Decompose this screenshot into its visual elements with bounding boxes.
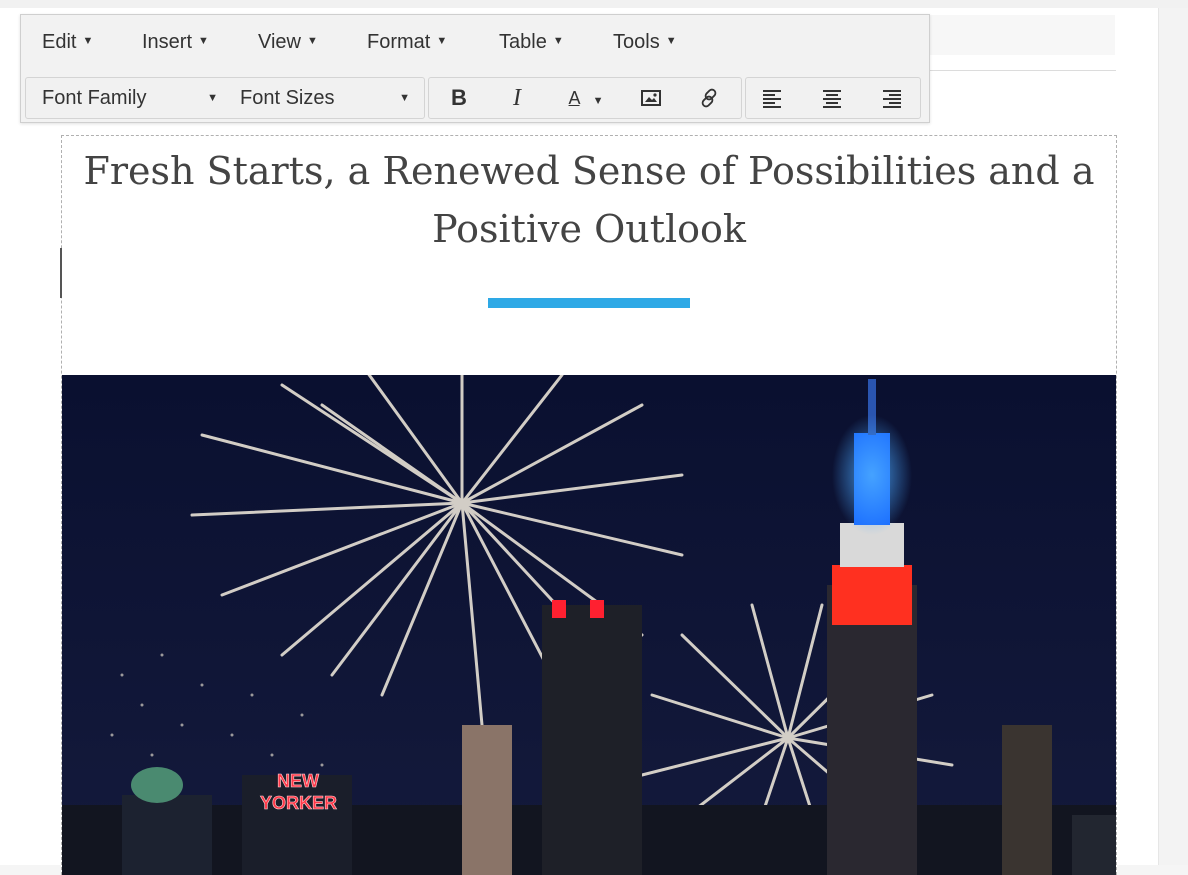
- scrollbar-track[interactable]: [1158, 8, 1188, 865]
- bold-button[interactable]: B: [437, 78, 481, 118]
- link-icon: [687, 87, 731, 109]
- italic-button[interactable]: I: [495, 78, 539, 118]
- align-center-button[interactable]: [810, 78, 854, 118]
- chevron-down-icon: ▼: [552, 34, 564, 47]
- text-color-label: A: [568, 88, 580, 108]
- divider: [930, 70, 1116, 71]
- font-sizes-select[interactable]: Font Sizes ▼: [240, 78, 410, 118]
- chevron-down-icon: ▼: [436, 34, 448, 47]
- menubar: Edit ▼ Insert ▼ View ▼ Format ▼ Table ▼ Tools…: [21, 15, 929, 69]
- menu-insert[interactable]: Insert ▼: [142, 27, 209, 57]
- window-top-strip: [0, 0, 1188, 8]
- insert-link-button[interactable]: [687, 78, 731, 118]
- align-left-button[interactable]: [750, 78, 794, 118]
- alignment-group: [745, 77, 921, 119]
- text-color-button[interactable]: A ▼: [555, 78, 617, 118]
- align-center-icon: [810, 87, 854, 109]
- menu-tools-label: Tools: [613, 31, 660, 53]
- chevron-down-icon: ▼: [207, 92, 218, 104]
- font-sizes-label: Font Sizes: [240, 87, 335, 109]
- svg-text:YORKER: YORKER: [260, 793, 337, 813]
- chevron-down-icon: ▼: [399, 92, 410, 104]
- page-title[interactable]: Fresh Starts, a Renewed Sense of Possibi…: [82, 142, 1096, 258]
- align-left-icon: [750, 87, 794, 109]
- align-right-icon: [870, 87, 914, 109]
- editable-content[interactable]: Fresh Starts, a Renewed Sense of Possibi…: [60, 135, 1117, 875]
- menu-insert-label: Insert: [142, 31, 193, 53]
- font-family-label: Font Family: [42, 87, 147, 109]
- hero-image[interactable]: NEW YORKER: [62, 375, 1116, 875]
- menu-view[interactable]: View ▼: [258, 27, 318, 57]
- menu-table-label: Table: [499, 31, 547, 53]
- accent-divider: [488, 298, 690, 308]
- menu-format[interactable]: Format ▼: [367, 27, 447, 57]
- font-controls-group: Font Family ▼ Font Sizes ▼: [25, 77, 425, 119]
- chevron-down-icon: ▼: [82, 34, 94, 47]
- chevron-down-icon: ▼: [665, 34, 677, 47]
- background-bar: [930, 15, 1115, 55]
- chevron-down-icon: ▼: [307, 34, 318, 47]
- italic-label: I: [513, 85, 521, 111]
- format-buttons-group: B I A ▼: [428, 77, 742, 119]
- align-right-button[interactable]: [870, 78, 914, 118]
- menu-edit[interactable]: Edit ▼: [42, 27, 93, 57]
- font-family-select[interactable]: Font Family ▼: [42, 78, 218, 118]
- image-icon: [629, 87, 673, 109]
- menu-view-label: View: [258, 31, 301, 53]
- menu-table[interactable]: Table ▼: [499, 27, 564, 57]
- menu-edit-label: Edit: [42, 31, 77, 53]
- insert-image-button[interactable]: [629, 78, 673, 118]
- menu-format-label: Format: [367, 31, 431, 53]
- chevron-down-icon: ▼: [198, 34, 209, 47]
- menu-tools[interactable]: Tools ▼: [613, 27, 677, 57]
- bold-label: B: [451, 85, 467, 110]
- svg-text:NEW: NEW: [277, 771, 319, 791]
- text-cursor: [60, 248, 62, 298]
- editor-toolbar: Edit ▼ Insert ▼ View ▼ Format ▼ Table ▼ Tools…: [20, 14, 930, 123]
- chevron-down-icon: ▼: [592, 95, 604, 107]
- fireworks-skyline-image: NEW YORKER: [62, 375, 1116, 875]
